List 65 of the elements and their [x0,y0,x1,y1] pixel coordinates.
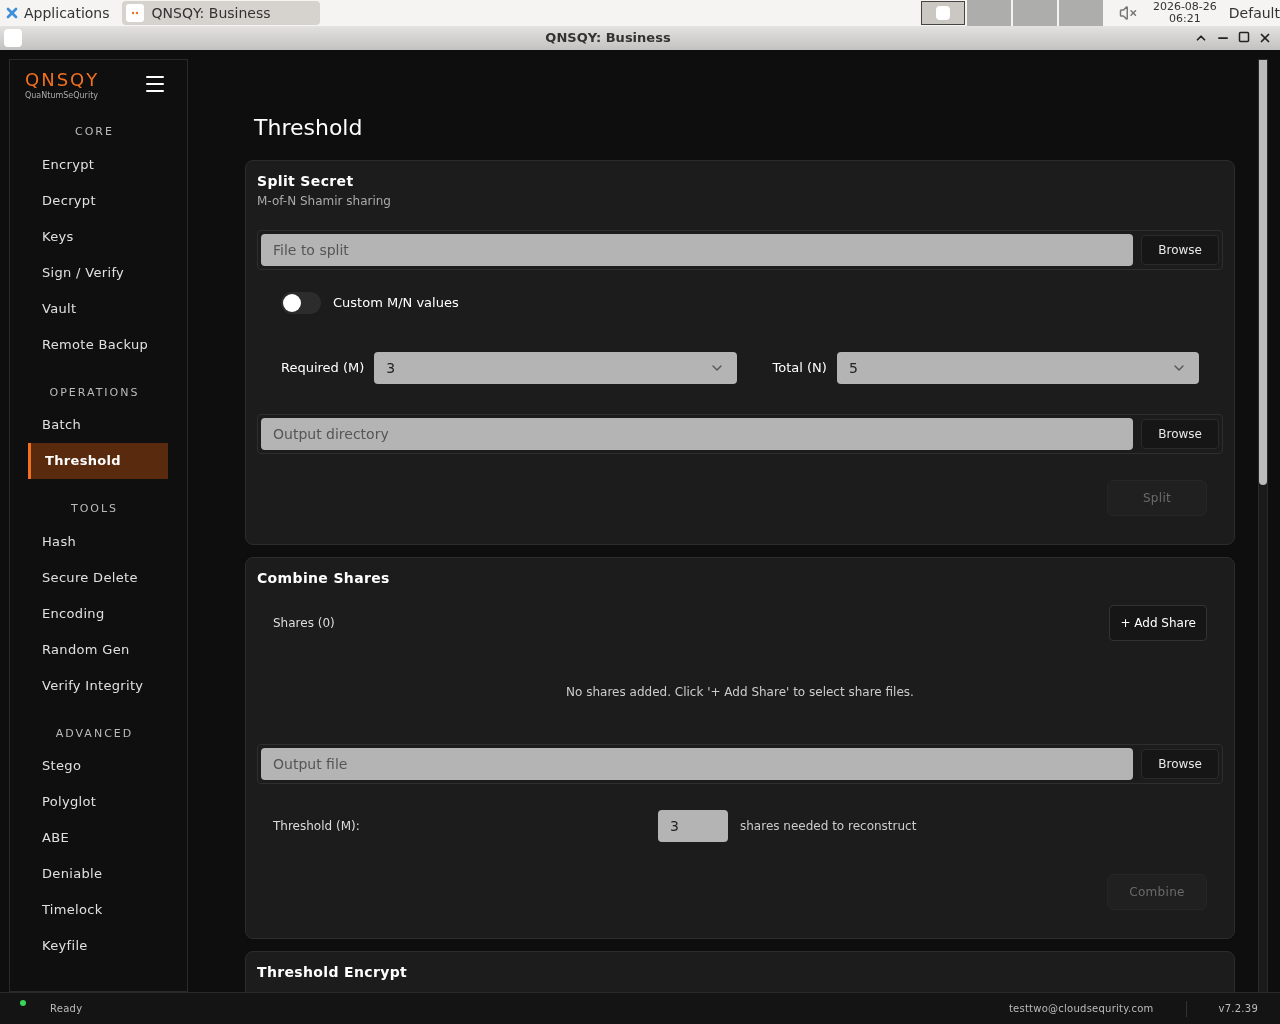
maximize-icon[interactable] [1238,31,1250,43]
card-subtitle: M-of-N Shamir sharing [257,193,392,210]
browse-button[interactable]: Browse [1141,419,1219,449]
logo: QNSQY [25,70,100,90]
nav-item[interactable]: Verify Integrity [28,667,168,704]
add-share-button[interactable]: + Add Share [1109,605,1207,641]
workspace-button[interactable] [920,1,965,25]
clock[interactable]: 2026-08-26 06:21 [1152,1,1217,25]
muted-speaker-icon[interactable] [1118,4,1137,22]
version-label: v7.2.39 [1218,1002,1258,1016]
browse-button[interactable]: Browse [1141,749,1219,779]
nav-item[interactable]: Encrypt [28,146,168,183]
section-heading: ADVANCED [54,725,135,742]
browse-button[interactable]: Browse [1141,235,1219,265]
toggle-label: Custom M/N values [333,294,459,313]
card-title: Combine Shares [257,569,391,588]
field-label: Threshold (M): [273,818,361,835]
nav-item[interactable]: Vault [28,290,168,327]
path-field[interactable]: Output file [261,748,1134,780]
toggle-switch[interactable] [281,292,321,314]
nav-item[interactable]: Hash [28,523,168,560]
nav-item[interactable]: Secure Delete [28,559,168,596]
status-text: Ready [50,1002,83,1016]
card-title: Threshold Encrypt [257,963,409,982]
nav-item[interactable]: Random Gen [28,631,168,668]
threshold-field[interactable]: 3 [658,810,728,842]
applications-menu[interactable]: Applications [0,2,118,24]
section-heading: TOOLS [69,501,120,517]
field-label: Required (M) [281,359,365,378]
scrollbar[interactable] [1258,59,1268,992]
nav-item[interactable]: Batch [28,407,168,443]
path-field[interactable]: File to split [261,234,1134,266]
window-button[interactable]: QNSQY: Business [121,1,320,25]
field-label: Total (N) [772,359,827,378]
dropdown[interactable]: 3 [374,352,737,384]
logo-tagline: QuaNtumSeQurity [25,90,99,102]
nav-item[interactable]: ABE [28,820,168,856]
close-icon[interactable] [1258,31,1272,45]
nav-item[interactable]: Decrypt [28,182,168,219]
nav-item[interactable]: Stego [28,748,168,784]
app-icon [4,29,22,47]
nav-item[interactable]: Timelock [28,892,168,928]
section-heading: CORE [74,124,115,140]
section-heading: OPERATIONS [48,384,141,401]
window-title: QNSQY: Business [544,29,672,48]
nav-item[interactable]: Polyglot [28,784,168,820]
keyboard-layout[interactable]: Default [1228,2,1280,24]
nav-item[interactable]: Deniable [28,856,168,892]
page-title: Threshold [254,114,364,142]
user-email: testtwo@cloudsequrity.com [1008,1002,1154,1016]
field-hint: shares needed to reconstruct [740,818,917,835]
nav-item[interactable]: Keys [28,218,168,255]
app-icon [935,6,950,20]
x-logo-icon [4,5,20,21]
card-title: Split Secret [257,172,355,191]
nav-item[interactable]: Encoding [28,595,168,632]
nav-item[interactable]: Remote Backup [28,326,168,363]
nav-item[interactable]: Sign / Verify [28,254,168,291]
dropdown[interactable]: 5 [836,352,1199,384]
shares-count: Shares (0) [273,615,335,632]
nav-item[interactable]: Threshold [28,443,168,479]
path-field[interactable]: Output directory [261,418,1134,450]
empty-message: No shares added. Click '+ Add Share' to select share files. [565,684,915,701]
nav-item[interactable]: Keyfile [28,928,168,964]
app-icon [125,4,144,22]
